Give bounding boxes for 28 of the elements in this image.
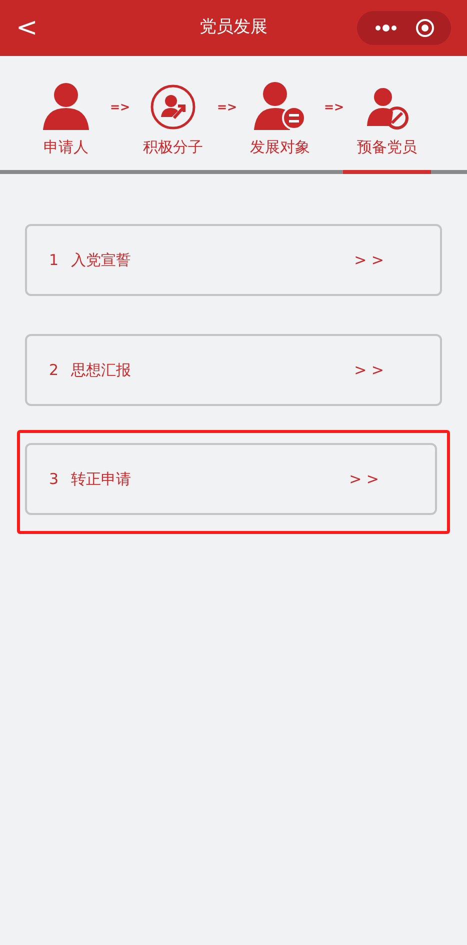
item-label: 入党宣誓 xyxy=(71,250,131,271)
menu-item[interactable]: 3 转正申请 > > xyxy=(25,443,437,515)
step-tab[interactable]: 申请人 xyxy=(22,76,110,174)
arrow-text: => xyxy=(324,99,343,116)
item-label: 思想汇报 xyxy=(71,360,131,381)
arrow-text: => xyxy=(110,99,129,116)
person-icon xyxy=(41,80,91,130)
step-tab[interactable]: 预备党员 xyxy=(343,76,431,174)
chevron-text: > > xyxy=(354,360,384,381)
person-emblem-icon xyxy=(365,86,409,130)
arrow-text: => xyxy=(217,99,236,116)
more-icon[interactable] xyxy=(374,24,398,32)
item-number: 3 xyxy=(49,468,60,490)
page-title: 党员发展 xyxy=(200,16,268,40)
step-tab[interactable]: 发展对象 xyxy=(236,76,324,174)
step-tab[interactable]: 积极分子 xyxy=(129,76,217,174)
menu-item[interactable]: 2 思想汇报 > > xyxy=(25,334,442,406)
back-button[interactable]: < xyxy=(16,15,46,41)
step-label: 预备党员 xyxy=(357,137,417,158)
item-number: 1 xyxy=(49,250,60,271)
chevron-text: > > xyxy=(349,468,379,490)
step-label: 发展对象 xyxy=(250,137,310,158)
item-number: 2 xyxy=(49,360,60,381)
step-label: 申请人 xyxy=(44,137,88,158)
step-label: 积极分子 xyxy=(143,137,203,158)
menu-item[interactable]: 1 入党宣誓 > > xyxy=(25,224,442,296)
chevron-text: > > xyxy=(354,250,384,271)
item-label: 转正申请 xyxy=(71,468,131,490)
